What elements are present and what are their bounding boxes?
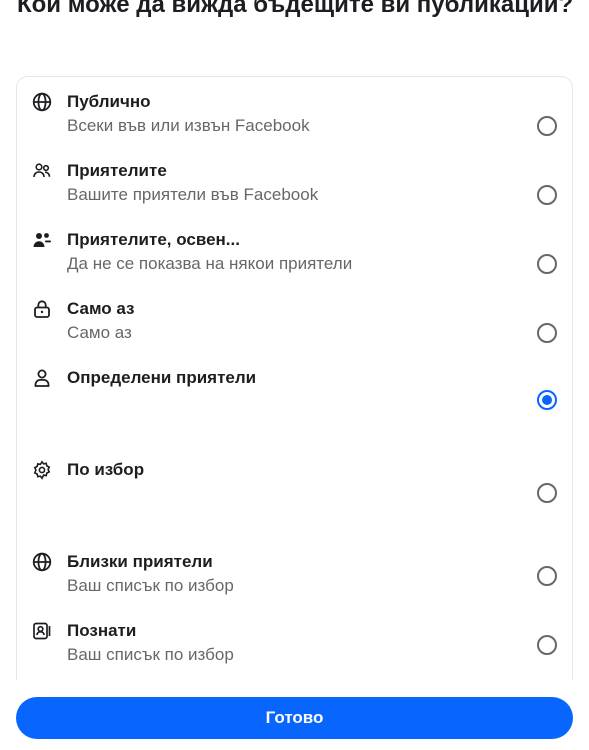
- option-custom[interactable]: По избор: [17, 459, 572, 544]
- option-title: Приятелите: [67, 161, 167, 180]
- contact-card-icon: [31, 620, 53, 642]
- option-title: Определени приятели: [67, 368, 257, 387]
- option-title: Близки приятели: [67, 552, 213, 571]
- option-friends-except[interactable]: Приятелите, освен... Да не се показва на…: [17, 229, 572, 289]
- option-close-friends[interactable]: Близки приятели Ваш списък по избор: [17, 551, 572, 611]
- friends-except-icon: [31, 229, 53, 251]
- done-button[interactable]: Готово: [16, 697, 573, 739]
- radio-acquaintances[interactable]: [537, 635, 557, 655]
- globe-icon: [31, 551, 53, 573]
- option-public[interactable]: Публично Всеки във или извън Facebook: [17, 91, 572, 151]
- radio-friends[interactable]: [537, 185, 557, 205]
- option-subtitle: Ваш списък по избор: [67, 576, 234, 595]
- option-only-me[interactable]: Само аз Само аз: [17, 298, 572, 358]
- lock-icon: [31, 298, 53, 320]
- globe-icon: [31, 91, 53, 113]
- radio-specific-friends[interactable]: [537, 390, 557, 410]
- radio-close-friends[interactable]: [537, 566, 557, 586]
- audience-selector-screen: Кой може да вижда бъдещите ви публикации…: [0, 0, 589, 750]
- option-title: Публично: [67, 92, 151, 111]
- option-acquaintances[interactable]: Познати Ваш списък по избор: [17, 620, 572, 680]
- option-friends[interactable]: Приятелите Вашите приятели във Facebook: [17, 160, 572, 220]
- option-title: Приятелите, освен...: [67, 230, 240, 249]
- option-subtitle: Ваш списък по избор: [67, 645, 234, 664]
- radio-custom[interactable]: [537, 483, 557, 503]
- person-icon: [31, 367, 53, 389]
- option-title: Само аз: [67, 299, 135, 318]
- audience-options-list: Публично Всеки във или извън Facebook Пр…: [16, 76, 573, 718]
- radio-public[interactable]: [537, 116, 557, 136]
- radio-friends-except[interactable]: [537, 254, 557, 274]
- option-subtitle: Само аз: [67, 323, 132, 342]
- option-title: Познати: [67, 621, 137, 640]
- page-title: Кой може да вижда бъдещите ви публикации…: [17, 0, 574, 18]
- option-title: По избор: [67, 460, 145, 479]
- radio-only-me[interactable]: [537, 323, 557, 343]
- option-subtitle: Вашите приятели във Facebook: [67, 185, 319, 204]
- option-specific-friends[interactable]: Определени приятели: [17, 367, 572, 452]
- option-subtitle: Всеки във или извън Facebook: [67, 116, 310, 135]
- friends-icon: [31, 160, 53, 182]
- option-subtitle: Да не се показва на някои приятели: [67, 254, 353, 273]
- gear-icon: [31, 459, 53, 481]
